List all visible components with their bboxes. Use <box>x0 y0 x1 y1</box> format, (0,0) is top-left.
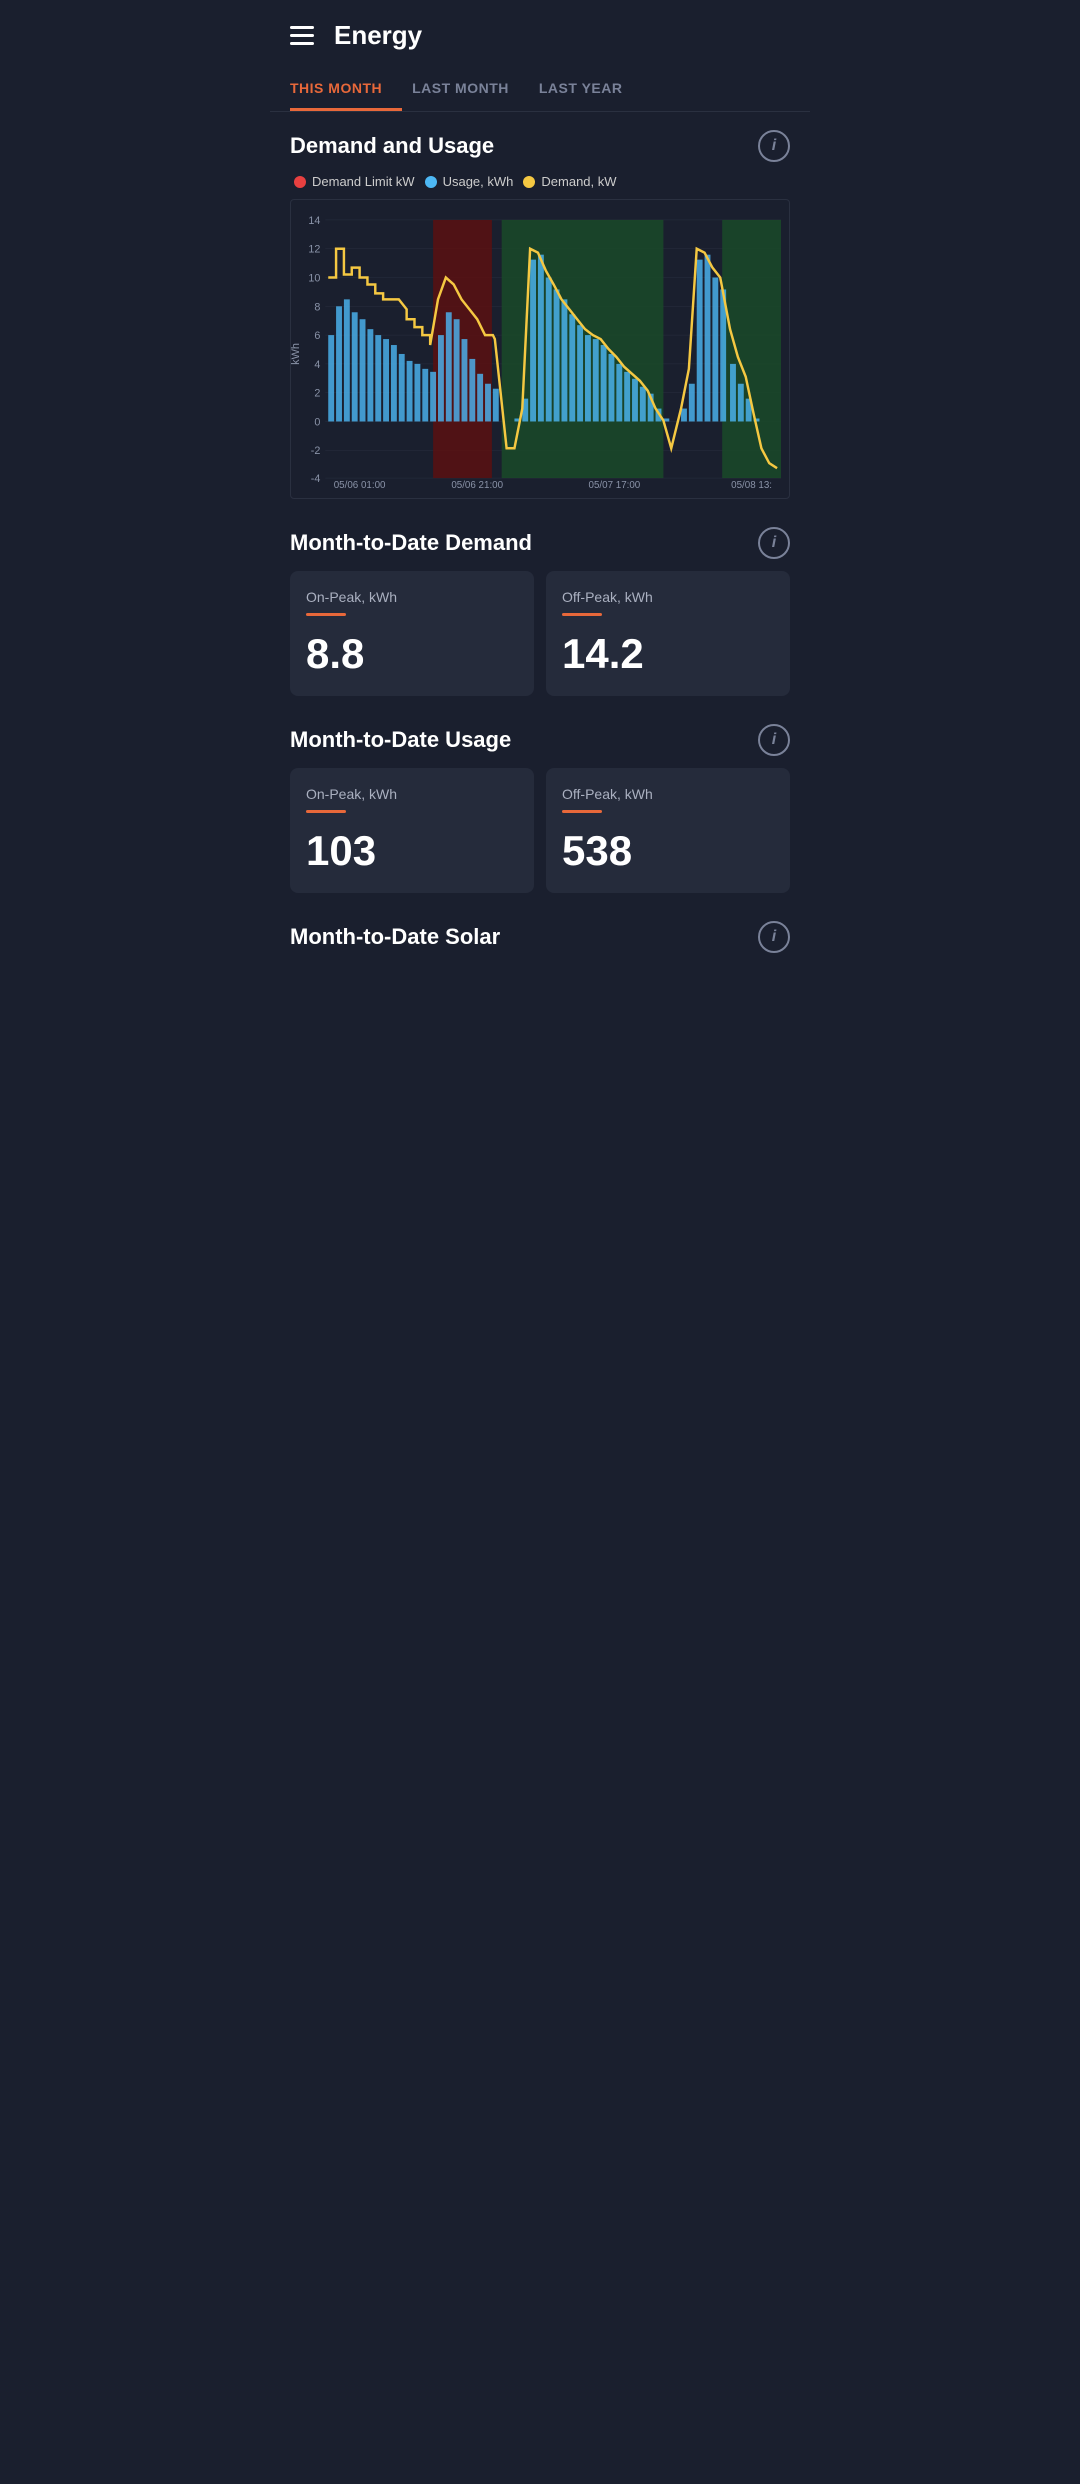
legend-label-demand-limit: Demand Limit kW <box>312 174 415 189</box>
svg-text:05/08 13:: 05/08 13: <box>731 480 772 488</box>
demand-off-peak-label: Off-Peak, kWh <box>562 589 653 605</box>
demand-off-peak-value: 14.2 <box>562 630 644 678</box>
page-title: Energy <box>334 20 422 51</box>
demand-off-peak-card: Off-Peak, kWh 14.2 <box>546 571 790 696</box>
svg-text:14: 14 <box>308 215 320 227</box>
svg-text:2: 2 <box>314 388 320 400</box>
tab-bar: THIS MONTH LAST MONTH LAST YEAR <box>270 66 810 112</box>
svg-text:4: 4 <box>314 359 320 371</box>
month-demand-section: Month-to-Date Demand i On-Peak, kWh 8.8 … <box>270 509 810 706</box>
month-demand-title: Month-to-Date Demand <box>290 530 532 556</box>
demand-off-peak-underline <box>562 613 602 616</box>
usage-on-peak-card: On-Peak, kWh 103 <box>290 768 534 893</box>
legend-dot-demand <box>523 176 535 188</box>
legend-demand-limit: Demand Limit kW <box>294 174 415 189</box>
usage-off-peak-label: Off-Peak, kWh <box>562 786 653 802</box>
month-usage-info-button[interactable]: i <box>758 724 790 756</box>
demand-usage-info-button[interactable]: i <box>758 130 790 162</box>
legend-usage: Usage, kWh <box>425 174 514 189</box>
legend-label-usage: Usage, kWh <box>443 174 514 189</box>
chart-svg: 14 12 10 8 6 4 2 0 -2 -4 kWh On-Peak <box>291 210 781 488</box>
usage-off-peak-value: 538 <box>562 827 632 875</box>
month-demand-info-button[interactable]: i <box>758 527 790 559</box>
demand-usage-section: Demand and Usage i Demand Limit kW Usage… <box>270 112 810 509</box>
svg-text:-4: -4 <box>311 473 321 485</box>
month-demand-header: Month-to-Date Demand i <box>290 527 790 559</box>
legend-label-demand: Demand, kW <box>541 174 616 189</box>
svg-text:10: 10 <box>308 272 320 284</box>
app-header: Energy <box>270 0 810 66</box>
month-solar-header: Month-to-Date Solar i <box>290 921 790 953</box>
hamburger-menu-button[interactable] <box>290 26 314 45</box>
usage-on-peak-label: On-Peak, kWh <box>306 786 397 802</box>
demand-on-peak-label: On-Peak, kWh <box>306 589 397 605</box>
demand-on-peak-card: On-Peak, kWh 8.8 <box>290 571 534 696</box>
month-usage-title: Month-to-Date Usage <box>290 727 511 753</box>
month-solar-title: Month-to-Date Solar <box>290 924 500 950</box>
legend-dot-usage <box>425 176 437 188</box>
usage-on-peak-underline <box>306 810 346 813</box>
svg-text:05/06 21:00: 05/06 21:00 <box>451 480 503 488</box>
month-usage-header: Month-to-Date Usage i <box>290 724 790 756</box>
month-solar-info-button[interactable]: i <box>758 921 790 953</box>
month-solar-section: Month-to-Date Solar i <box>270 903 810 995</box>
svg-text:6: 6 <box>314 330 320 342</box>
svg-text:0: 0 <box>314 416 320 428</box>
usage-off-peak-card: Off-Peak, kWh 538 <box>546 768 790 893</box>
hamburger-line-1 <box>290 26 314 29</box>
usage-off-peak-underline <box>562 810 602 813</box>
month-usage-section: Month-to-Date Usage i On-Peak, kWh 103 O… <box>270 706 810 903</box>
demand-usage-header: Demand and Usage i <box>290 130 790 162</box>
svg-text:12: 12 <box>308 244 320 256</box>
demand-usage-chart: 14 12 10 8 6 4 2 0 -2 -4 kWh On-Peak <box>290 199 790 499</box>
tab-this-month[interactable]: THIS MONTH <box>290 66 402 111</box>
hamburger-line-3 <box>290 42 314 45</box>
month-usage-cards: On-Peak, kWh 103 Off-Peak, kWh 538 <box>290 768 790 893</box>
legend-dot-demand-limit <box>294 176 306 188</box>
svg-text:05/07 17:00: 05/07 17:00 <box>589 480 641 488</box>
demand-on-peak-value: 8.8 <box>306 630 364 678</box>
demand-usage-title: Demand and Usage <box>290 133 494 159</box>
tab-last-month[interactable]: LAST MONTH <box>412 66 529 111</box>
month-demand-cards: On-Peak, kWh 8.8 Off-Peak, kWh 14.2 <box>290 571 790 696</box>
chart-legend: Demand Limit kW Usage, kWh Demand, kW <box>290 174 790 189</box>
svg-text:-2: -2 <box>311 445 321 457</box>
tab-last-year[interactable]: LAST YEAR <box>539 66 643 111</box>
demand-on-peak-underline <box>306 613 346 616</box>
y-axis-label: kWh <box>291 343 302 365</box>
legend-demand: Demand, kW <box>523 174 616 189</box>
hamburger-line-2 <box>290 34 314 37</box>
svg-text:05/06 01:00: 05/06 01:00 <box>334 480 386 488</box>
svg-text:8: 8 <box>314 301 320 313</box>
usage-on-peak-value: 103 <box>306 827 376 875</box>
